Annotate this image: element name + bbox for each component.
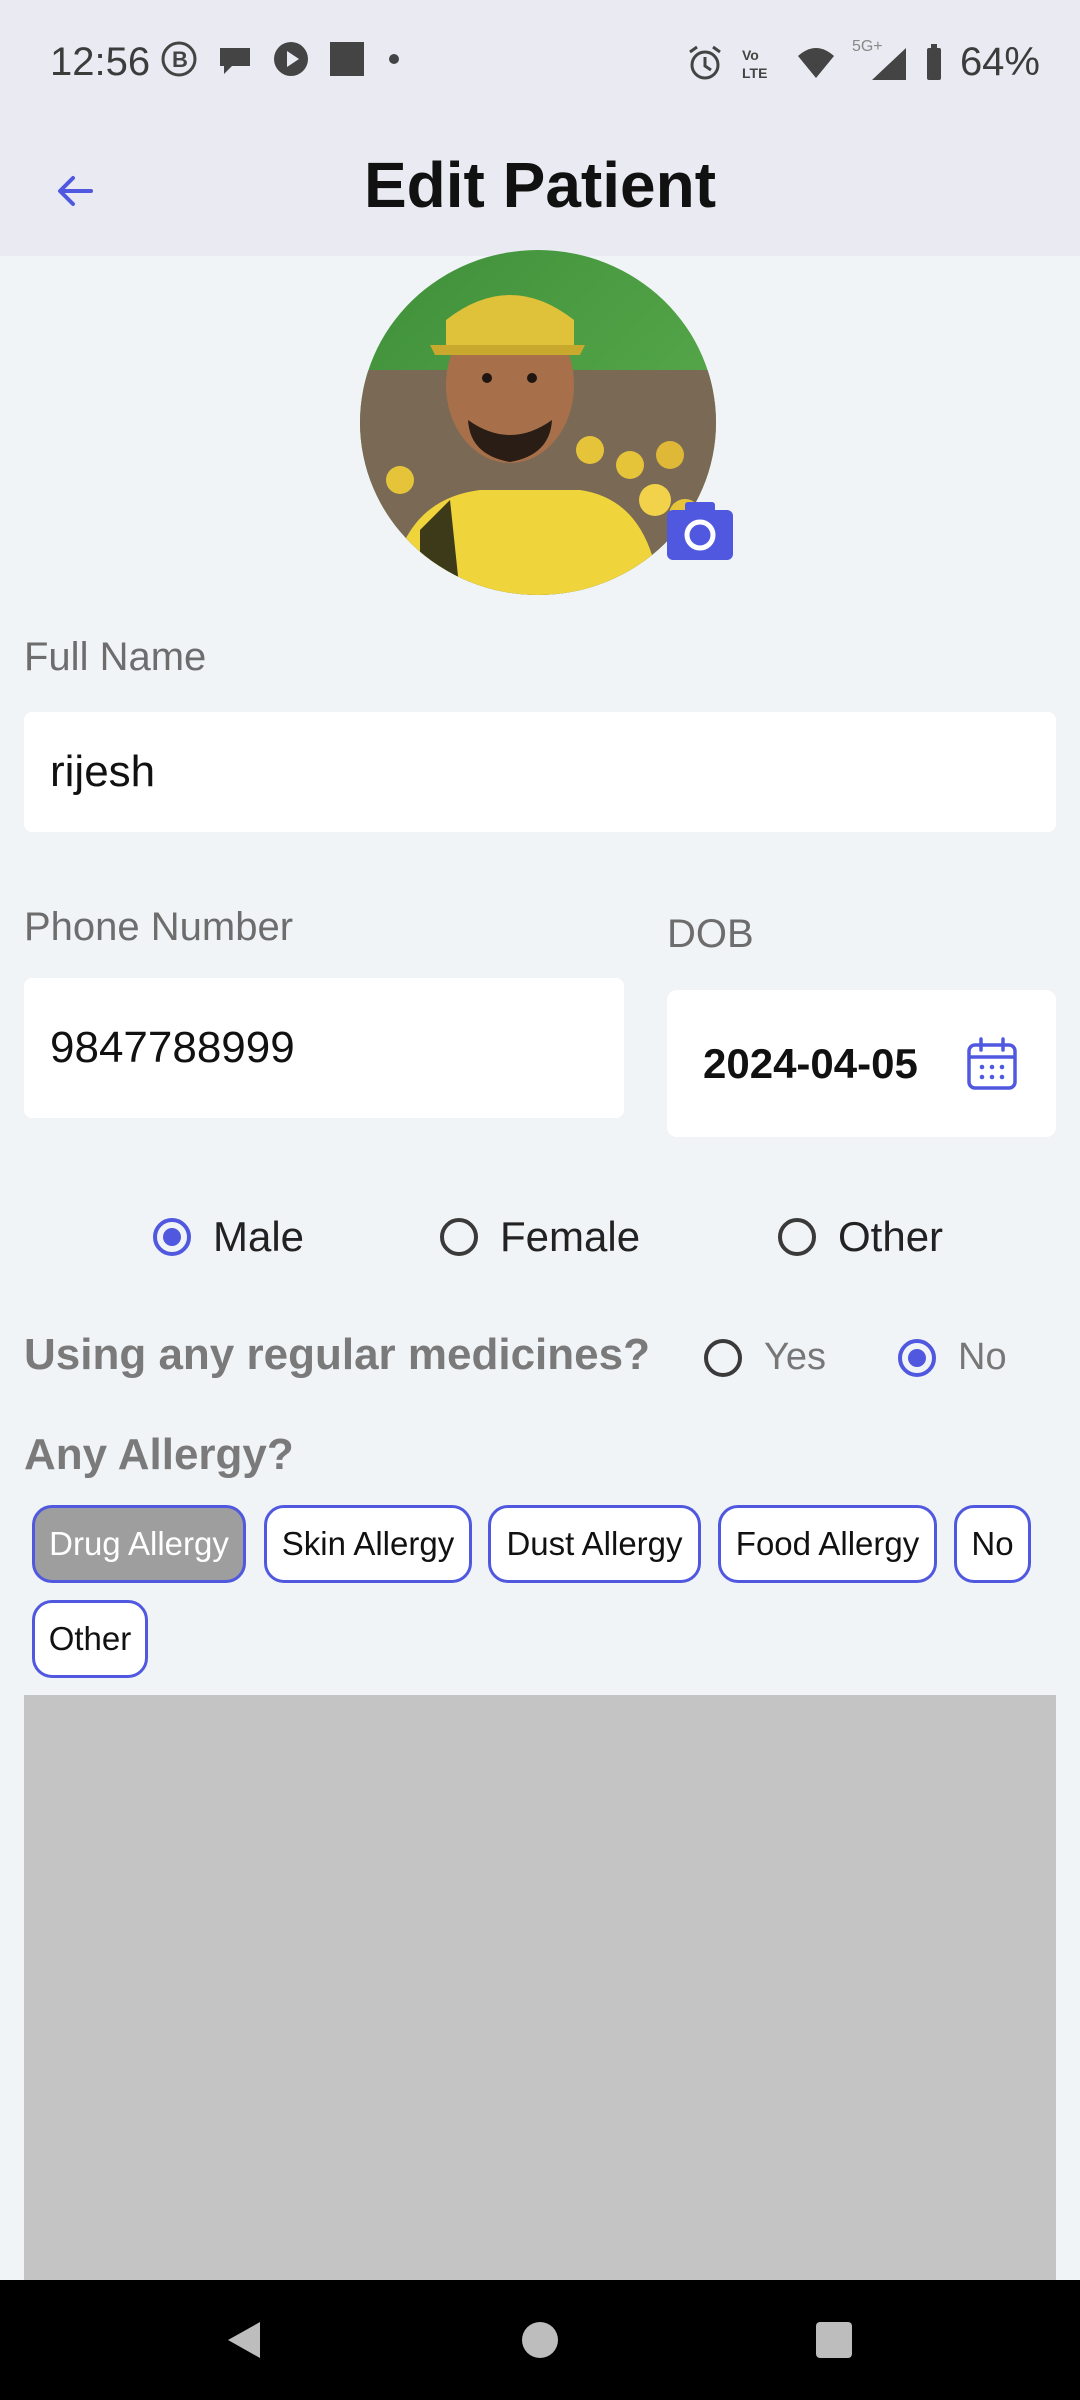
radio-other-circle[interactable] [778,1218,816,1256]
radio-female-circle[interactable] [440,1218,478,1256]
chip-food-allergy-label: Food Allergy [735,1525,920,1562]
radio-yes-circle[interactable] [704,1338,742,1377]
profile-photo-area [360,250,733,595]
gender-other-label: Other [838,1213,944,1260]
status-bar: 12:56 B Vo LTE 5G+ 64% [0,0,1080,128]
allergy-title: Any Allergy? [24,1430,294,1479]
recents-square-icon [816,2322,852,2358]
status-time: 12:56 [50,40,151,84]
chat-icon [220,48,250,74]
calendar-icon [967,1036,1017,1090]
battery-icon [926,43,941,80]
medicines-yes-radio[interactable]: Yes [704,1336,826,1379]
status-icons-left: B [160,40,404,78]
gender-other-radio[interactable]: Other [778,1213,943,1261]
home-circle-icon [522,2322,558,2358]
content-placeholder [24,1695,1056,2280]
volte-icon: Vo LTE [742,47,767,81]
profile-photo[interactable] [360,250,716,595]
phone-label: Phone Number [24,905,294,949]
gender-female-label: Female [500,1213,641,1260]
gender-female-radio[interactable]: Female [440,1213,640,1261]
gender-male-radio[interactable]: Male [153,1213,304,1261]
app-bar: Edit Patient [0,128,1080,256]
medicines-no-label: No [958,1336,1007,1378]
chip-other-allergy-label: Other [48,1620,132,1657]
dob-label: DOB [667,912,754,956]
svg-text:LTE: LTE [742,65,767,81]
chip-food-allergy[interactable]: Food Allergy [718,1505,937,1583]
network-type: 5G+ [851,37,883,55]
page-title: Edit Patient [363,149,717,221]
alarm-icon [689,45,721,79]
chip-drug-allergy[interactable]: Drug Allergy [32,1505,246,1583]
svg-text:Vo: Vo [742,47,759,63]
nav-back-button[interactable] [222,2318,266,2367]
dob-value: 2024-04-05 [703,1039,918,1087]
system-nav-bar [0,2280,1080,2400]
play-icon [274,42,308,76]
gender-male-label: Male [213,1213,305,1260]
full-name-input[interactable]: rijesh [24,712,1056,832]
dob-picker[interactable]: 2024-04-05 [667,990,1056,1137]
radio-male-circle[interactable] [153,1218,191,1256]
medicines-question: Using any regular medicines? [24,1330,650,1379]
svg-text:B: B [172,47,188,72]
wifi-icon [797,47,834,78]
phone-input[interactable]: 9847788999 [24,978,624,1118]
radio-no-circle[interactable] [898,1338,936,1377]
chip-other-allergy[interactable]: Other [32,1600,148,1678]
full-name-label: Full Name [24,635,207,679]
camera-icon [667,502,733,560]
status-icons-right: Vo LTE 5G+ 64% [686,38,1040,85]
nav-recents-button[interactable] [812,2318,856,2367]
medicines-yes-label: Yes [764,1336,826,1378]
medicines-no-radio[interactable]: No [898,1336,1007,1379]
battery-percent: 64% [959,40,1040,84]
dot-icon [389,54,399,64]
nav-home-button[interactable] [518,2318,562,2367]
signal-icon: 5G+ [852,38,908,82]
phone-value: 9847788999 [50,1023,295,1072]
chip-skin-allergy[interactable]: Skin Allergy [264,1505,472,1583]
chip-dust-allergy[interactable]: Dust Allergy [488,1505,701,1583]
b-icon: B [161,41,197,77]
chip-no-allergy[interactable]: No [954,1505,1031,1583]
change-photo-button[interactable] [665,500,735,562]
chip-no-allergy-label: No [971,1525,1014,1562]
chip-drug-allergy-label: Drug Allergy [49,1525,229,1562]
square-icon [330,42,364,76]
chip-dust-allergy-label: Dust Allergy [506,1525,683,1562]
full-name-value: rijesh [50,747,156,796]
chip-skin-allergy-label: Skin Allergy [281,1525,455,1562]
back-triangle-icon [228,2322,260,2358]
